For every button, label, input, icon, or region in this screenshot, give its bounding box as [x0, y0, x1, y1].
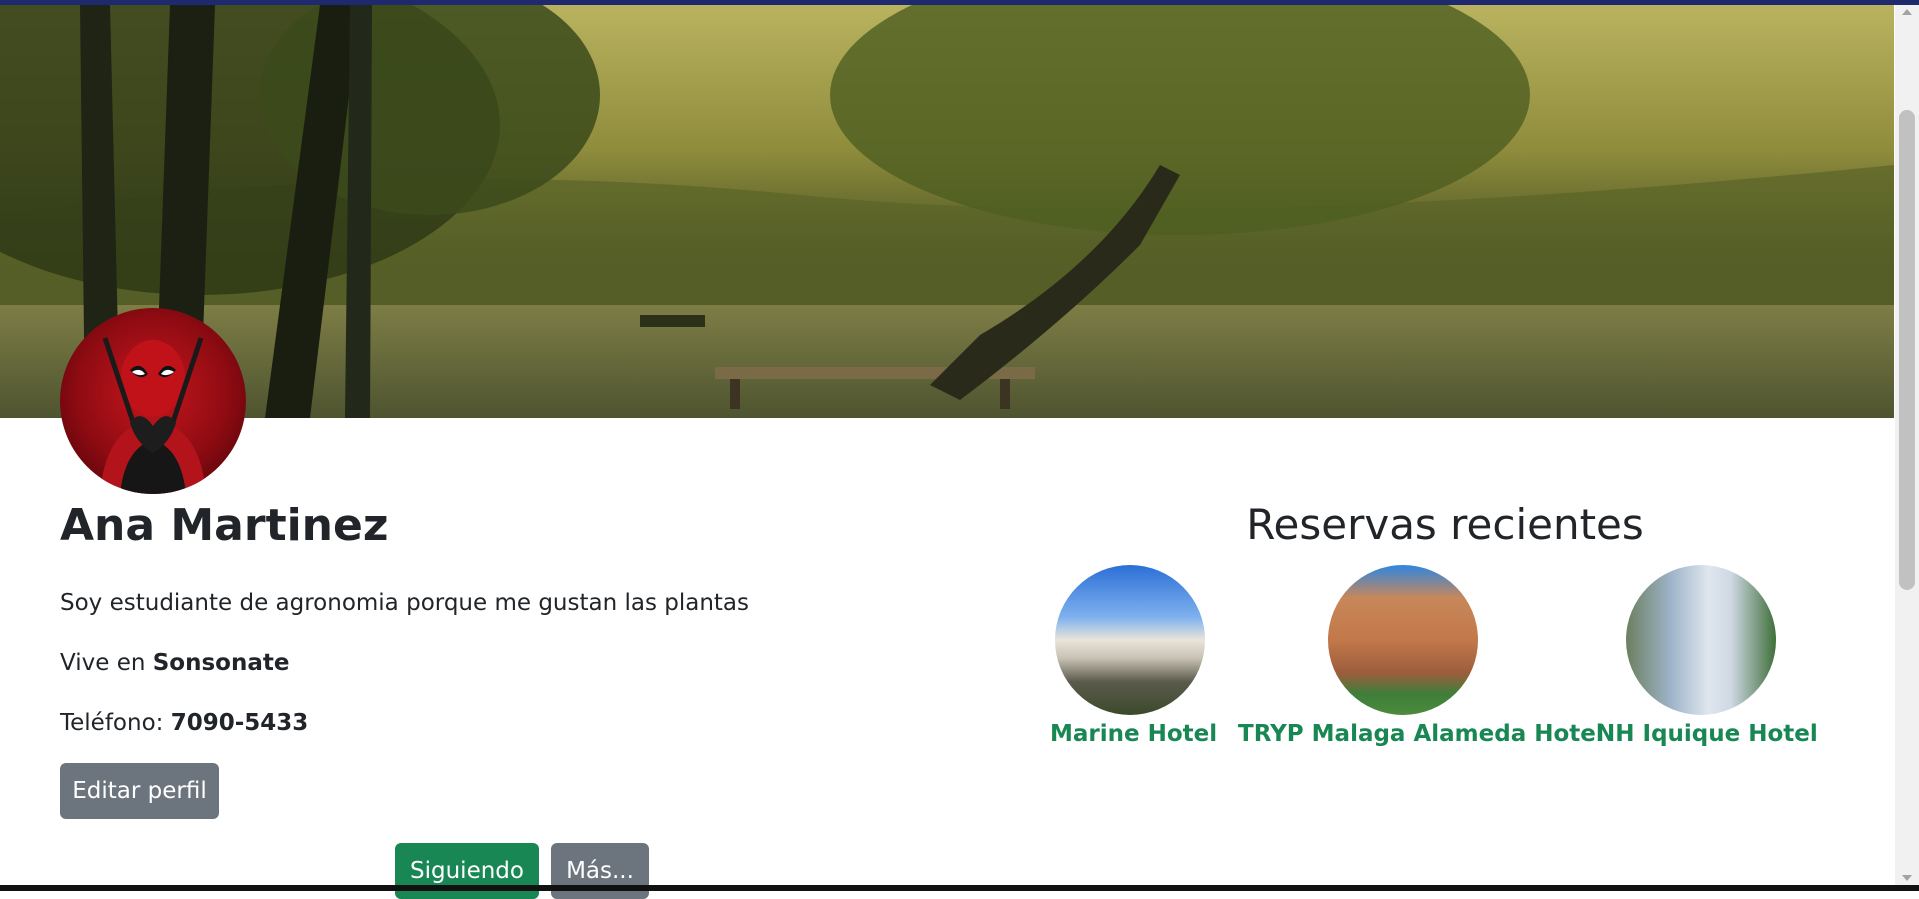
hotel-photo[interactable]: [1328, 565, 1478, 715]
phone-value: 7090-5433: [170, 710, 309, 736]
profile-name: Ana Martinez: [60, 500, 389, 551]
hotel-card[interactable]: NH Iquique Hotel: [1596, 565, 1818, 747]
reservations-title: Reservas recientes: [1246, 500, 1644, 549]
scroll-down-icon[interactable]: [1902, 875, 1912, 881]
hotel-link[interactable]: NH Iquique Hotel: [1596, 721, 1818, 747]
cover-landscape: [0, 5, 1894, 418]
profile-bio: Soy estudiante de agronomia porque me gu…: [60, 590, 750, 616]
location-value: Sonsonate: [152, 650, 290, 676]
hotel-card[interactable]: Marine Hotel: [1050, 565, 1217, 747]
hotel-photo[interactable]: [1055, 565, 1205, 715]
deadpool-avatar-icon: [100, 337, 206, 494]
profile-location: Vive en Sonsonate: [60, 650, 289, 676]
hotel-link[interactable]: Marine Hotel: [1050, 721, 1217, 747]
hotel-card[interactable]: TRYP Malaga Alameda Hotel: [1238, 565, 1604, 747]
profile-avatar: [60, 308, 246, 494]
phone-label: Teléfono:: [60, 710, 164, 736]
scrollbar-thumb[interactable]: [1899, 110, 1915, 590]
browser-bottom-strip: [0, 885, 1919, 891]
page-scrollbar[interactable]: [1895, 5, 1919, 885]
cover-photo: [0, 5, 1894, 418]
edit-profile-button[interactable]: Editar perfil: [60, 763, 219, 819]
location-prefix: Vive en: [60, 650, 146, 676]
scroll-up-icon[interactable]: [1902, 9, 1912, 15]
hotel-link[interactable]: TRYP Malaga Alameda Hotel: [1238, 721, 1604, 747]
hotel-photo[interactable]: [1626, 565, 1776, 715]
profile-phone: Teléfono: 7090-5433: [60, 710, 308, 736]
